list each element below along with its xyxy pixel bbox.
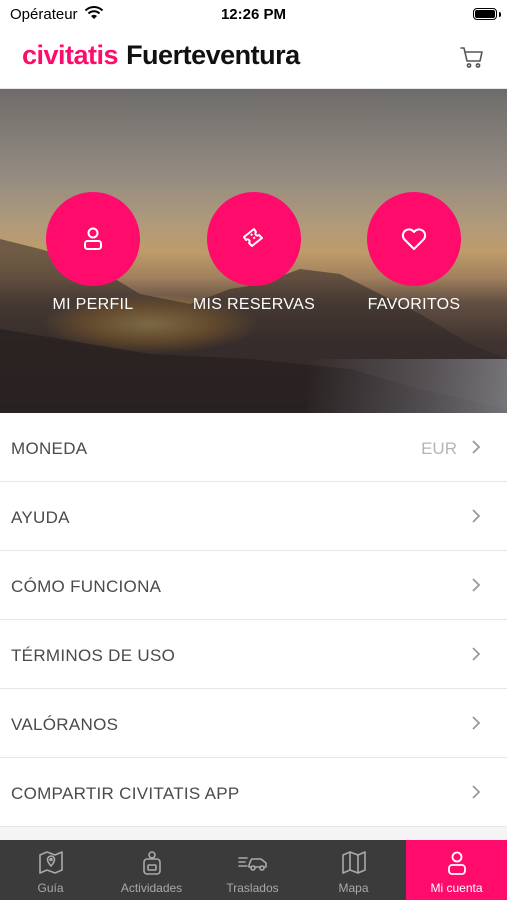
menu-item-label: MONEDA xyxy=(11,439,88,458)
heart-icon xyxy=(401,228,427,250)
app-title: civitatis Fuerteventura xyxy=(22,40,300,71)
clock: 12:26 PM xyxy=(220,6,287,23)
brand-logo: civitatis xyxy=(22,40,119,70)
status-bar: Opérateur 12:26 PM xyxy=(0,0,507,30)
menu-item-label: VALÓRANOS xyxy=(11,715,119,734)
my-profile-label: MI PERFIL xyxy=(52,296,134,313)
tab-label: Mapa xyxy=(338,881,369,895)
chevron-right-icon xyxy=(471,646,481,667)
bottom-tab-bar: Guía Actividades Traslados Mapa Mi cuent… xyxy=(0,840,507,900)
menu-item-label: CÓMO FUNCIONA xyxy=(11,577,162,596)
battery-icon xyxy=(473,8,497,20)
tab-label: Guía xyxy=(37,881,64,895)
hero-banner: MI PERFIL MIS RESERVAS FAVORITOS xyxy=(0,89,507,413)
car-transfer-icon xyxy=(202,850,303,874)
chevron-right-icon xyxy=(471,439,481,460)
chevron-right-icon xyxy=(471,508,481,529)
map-pin-icon xyxy=(0,850,101,874)
favorites-button[interactable]: FAVORITOS xyxy=(344,192,484,314)
tab-my-account[interactable]: Mi cuenta xyxy=(406,840,507,900)
favorites-label: FAVORITOS xyxy=(367,296,461,313)
destination-name: Fuerteventura xyxy=(126,40,300,70)
menu-item-label: TÉRMINOS DE USO xyxy=(11,646,176,665)
app-header: civitatis Fuerteventura xyxy=(0,30,507,89)
currency-value: EUR xyxy=(421,439,457,458)
map-icon xyxy=(303,850,404,874)
bookings-circle xyxy=(207,192,301,286)
tab-label: Traslados xyxy=(226,881,279,895)
user-icon xyxy=(406,850,507,876)
chevron-right-icon xyxy=(471,577,481,598)
chevron-right-icon xyxy=(471,784,481,805)
ticket-icon xyxy=(243,228,263,247)
tab-guide[interactable]: Guía xyxy=(0,840,101,900)
menu-item-share-app[interactable]: COMPARTIR CIVITATIS APP xyxy=(0,758,507,827)
menu-item-rate-us[interactable]: VALÓRANOS xyxy=(0,689,507,758)
profile-circle xyxy=(46,192,140,286)
user-icon xyxy=(84,227,102,250)
tab-map[interactable]: Mapa xyxy=(303,840,404,900)
tab-activities[interactable]: Actividades xyxy=(101,840,202,900)
cart-icon[interactable] xyxy=(459,44,485,75)
menu-item-how-it-works[interactable]: CÓMO FUNCIONA xyxy=(0,551,507,620)
tab-label: Mi cuenta xyxy=(430,881,483,895)
my-profile-button[interactable]: MI PERFIL xyxy=(23,192,163,314)
backpack-icon xyxy=(101,850,202,876)
menu-item-help[interactable]: AYUDA xyxy=(0,482,507,551)
my-bookings-button[interactable]: MIS RESERVAS xyxy=(184,192,324,314)
settings-menu: MONEDA EUR AYUDA CÓMO FUNCIONA TÉRMINOS … xyxy=(0,413,507,827)
my-bookings-label: MIS RESERVAS xyxy=(192,296,316,313)
tab-label: Actividades xyxy=(120,881,183,895)
favorites-circle xyxy=(367,192,461,286)
tab-transfers[interactable]: Traslados xyxy=(202,840,303,900)
menu-item-terms[interactable]: TÉRMINOS DE USO xyxy=(0,620,507,689)
menu-item-label: COMPARTIR CIVITATIS APP xyxy=(11,784,240,803)
menu-item-label: AYUDA xyxy=(11,508,70,527)
menu-item-currency[interactable]: MONEDA EUR xyxy=(0,413,507,482)
chevron-right-icon xyxy=(471,715,481,736)
